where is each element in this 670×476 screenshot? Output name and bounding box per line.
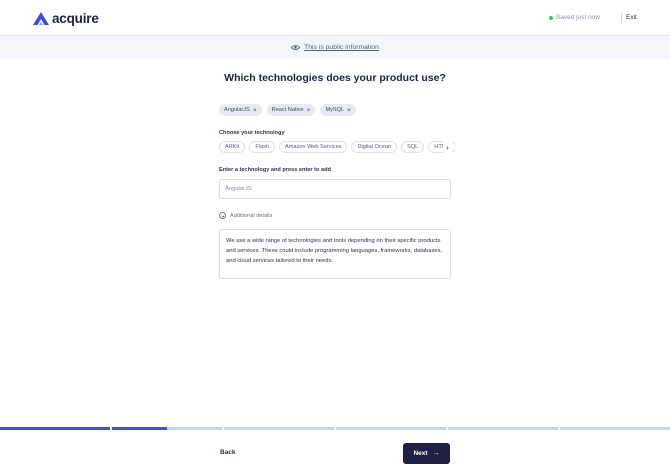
selected-technologies: AngularJS × React Native × MySQL × [219,104,361,116]
tech-option-arkit[interactable]: ARKit [219,141,246,153]
progress-segment [112,427,222,430]
page-title: Which technologies does your product use… [224,72,446,84]
saved-dot-icon [548,15,553,20]
arrow-right-icon: → [432,450,440,457]
header-divider [621,13,622,23]
tech-chip-label: MySQL [325,107,345,113]
tech-option-sql[interactable]: SQL [401,141,425,153]
tech-chip: AngularJS × [219,104,262,116]
progress-segment [0,427,110,430]
logo-mark-icon [33,12,49,25]
save-status-text: Saved just now [555,14,600,21]
tech-chip-label: AngularJS [224,107,250,113]
eye-icon [291,45,301,50]
remove-chip-icon[interactable]: × [253,107,257,114]
remove-chip-icon[interactable]: × [347,107,351,114]
tech-option-aws[interactable]: Amazon Web Services [279,141,348,153]
minus-circle-icon [219,212,226,219]
additional-details-label: Additional details [230,212,273,219]
progress-segment [336,427,446,430]
tech-chip: MySQL × [320,104,356,116]
next-button[interactable]: Next → [403,443,450,464]
progress-bar [0,427,670,431]
top-header: acquire Saved just now Exit [0,0,670,36]
progress-segment [560,427,670,430]
tech-input-label: Enter a technology and press enter to ad… [219,167,331,173]
tech-option-digital-ocean[interactable]: Digital Ocean [351,141,398,153]
chevron-right-icon[interactable]: › [443,141,452,154]
additional-details-toggle[interactable]: Additional details [219,212,272,219]
technology-options: ARKit Flash Amazon Web Services Digital … [219,141,455,154]
choose-technology-label: Choose your technology [219,130,285,136]
progress-segment [224,427,334,430]
exit-button[interactable]: Exit [626,14,637,21]
save-status: Saved just now [548,14,600,21]
tech-option-flash[interactable]: Flash [249,141,275,153]
next-button-label: Next [413,450,428,457]
acquire-logo[interactable]: acquire [33,11,99,26]
technology-input[interactable]: AngularJS [219,179,451,199]
tech-chip-label: React Native [271,107,304,113]
remove-chip-icon[interactable]: × [307,107,311,114]
additional-details-textarea[interactable]: We use a wide range of technologies and … [219,229,451,279]
public-info-link[interactable]: This is public information [304,44,379,51]
progress-segment [448,427,558,430]
logo-text: acquire [52,11,99,26]
back-button[interactable]: Back [220,449,236,456]
tech-chip: React Native × [266,104,316,116]
public-info-bar: This is public information [0,36,670,59]
